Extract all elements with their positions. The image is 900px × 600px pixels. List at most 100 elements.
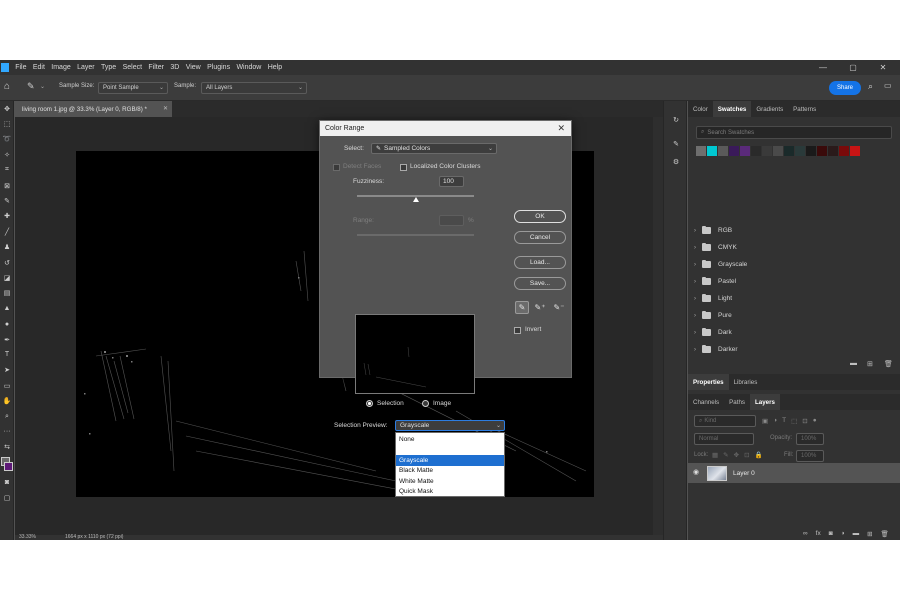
filter-toggle-icon[interactable]: ● xyxy=(813,417,817,425)
blur-tool-icon[interactable]: ▲ xyxy=(0,301,14,316)
hand-tool-icon[interactable]: ✋ xyxy=(0,393,14,408)
swap-colors-icon[interactable]: ⇆ xyxy=(0,440,14,455)
selection-radio[interactable] xyxy=(366,400,373,407)
sample-dropdown[interactable]: All Layers ⌄ xyxy=(201,82,307,94)
eraser-tool-icon[interactable]: ◪ xyxy=(0,270,14,285)
share-button[interactable]: Share xyxy=(829,81,861,95)
color-swatch[interactable] xyxy=(740,146,750,156)
zoom-tool-icon[interactable]: ⌕ xyxy=(0,409,14,424)
localized-color-clusters-checkbox[interactable] xyxy=(400,164,407,171)
tab-properties[interactable]: Properties xyxy=(688,374,729,390)
color-swatch[interactable] xyxy=(696,146,706,156)
eyedropper-add-icon[interactable]: ✎⁺ xyxy=(533,301,547,314)
adjustment-filter-icon[interactable]: ◑ xyxy=(773,417,777,425)
ok-button[interactable]: OK xyxy=(514,210,566,223)
swatch-folder-light[interactable]: › Light xyxy=(694,290,894,307)
invert-checkbox[interactable] xyxy=(514,327,521,334)
cancel-button[interactable]: Cancel xyxy=(514,231,566,244)
color-swatch[interactable] xyxy=(707,146,717,156)
layer-name[interactable]: Layer 0 xyxy=(733,470,755,477)
fuzziness-input[interactable]: 100 xyxy=(439,176,464,187)
healing-tool-icon[interactable]: ✚ xyxy=(0,209,14,224)
link-layers-icon[interactable]: ∞ xyxy=(803,530,808,538)
color-picker-swatches[interactable] xyxy=(0,455,14,475)
history-brush-tool-icon[interactable]: ↺ xyxy=(0,255,14,270)
eyedropper-subtract-icon[interactable]: ✎⁻ xyxy=(552,301,566,314)
path-selection-tool-icon[interactable]: ➤ xyxy=(0,363,14,378)
selection-preview-dropdown[interactable]: Grayscale ⌄ xyxy=(395,420,505,431)
lock-position-icon[interactable]: ✥ xyxy=(734,451,739,459)
blend-mode-dropdown[interactable]: Normal xyxy=(694,433,754,445)
menu-type[interactable]: Type xyxy=(98,64,120,71)
screen-mode-icon[interactable]: ▢ xyxy=(0,490,14,505)
lock-artboard-icon[interactable]: ⊡ xyxy=(744,451,749,459)
type-filter-icon[interactable]: T xyxy=(782,417,786,425)
stamp-tool-icon[interactable]: ♟ xyxy=(0,240,14,255)
color-swatch[interactable] xyxy=(751,146,761,156)
layer-mask-icon[interactable]: ◙ xyxy=(829,530,833,538)
option-grayscale[interactable]: Grayscale xyxy=(396,455,504,466)
color-swatch[interactable] xyxy=(850,146,860,156)
sample-size-dropdown[interactable]: Point Sample ⌄ xyxy=(98,82,168,94)
dialog-title-bar[interactable]: Color Range ✕ xyxy=(320,121,571,136)
swatch-folder-grayscale[interactable]: › Grayscale xyxy=(694,256,894,273)
adjustment-layer-icon[interactable]: ◑ xyxy=(841,530,845,538)
minimize-button[interactable]: — xyxy=(808,60,838,75)
marquee-tool-icon[interactable]: ⬚ xyxy=(0,116,14,131)
tab-layers[interactable]: Layers xyxy=(749,394,780,410)
pen-tool-icon[interactable]: ✒ xyxy=(0,332,14,347)
visibility-eye-icon[interactable]: ◉ xyxy=(693,468,699,476)
menu-select[interactable]: Select xyxy=(119,64,145,71)
swatch-folder-cmyk[interactable]: › CMYK xyxy=(694,239,894,256)
history-panel-icon[interactable]: ↻ xyxy=(664,111,688,129)
eyedropper-sample-icon[interactable]: ✎ xyxy=(515,301,529,314)
search-icon[interactable]: ⌕ xyxy=(868,81,873,92)
tab-gradients[interactable]: Gradients xyxy=(751,101,788,117)
menu-filter[interactable]: Filter xyxy=(145,64,167,71)
close-window-button[interactable]: ✕ xyxy=(868,60,898,75)
swatch-folder-rgb[interactable]: › RGB xyxy=(694,222,894,239)
dodge-tool-icon[interactable]: ● xyxy=(0,316,14,331)
menu-window[interactable]: Window xyxy=(233,64,264,71)
image-radio[interactable] xyxy=(422,400,429,407)
workspace-icon[interactable]: ▭ xyxy=(884,81,892,90)
load-button[interactable]: Load... xyxy=(514,256,566,269)
lasso-tool-icon[interactable]: ➰ xyxy=(0,132,14,147)
menu-3d[interactable]: 3D xyxy=(167,64,182,71)
option-white-matte[interactable]: White Matte xyxy=(396,476,504,487)
tab-color[interactable]: Color xyxy=(688,101,713,117)
magic-wand-tool-icon[interactable]: ✧ xyxy=(0,147,14,162)
vertical-scrollbar[interactable] xyxy=(653,117,663,535)
color-swatch[interactable] xyxy=(817,146,827,156)
tab-swatches[interactable]: Swatches xyxy=(712,101,752,117)
option-none[interactable]: None xyxy=(396,434,504,445)
home-icon[interactable]: ⌂ xyxy=(4,81,10,92)
menu-image[interactable]: Image xyxy=(48,64,74,71)
new-group-icon[interactable]: ▬ xyxy=(850,360,857,367)
swatch-folder-pastel[interactable]: › Pastel xyxy=(694,273,894,290)
swatch-folder-darker[interactable]: › Darker xyxy=(694,341,894,358)
tab-patterns[interactable]: Patterns xyxy=(788,101,821,117)
adjustments-icon[interactable]: ⚙ xyxy=(664,153,688,171)
select-dropdown[interactable]: ✎ Sampled Colors ⌄ xyxy=(371,143,497,154)
option-quick-mask[interactable]: Quick Mask xyxy=(396,487,504,498)
swatch-folder-dark[interactable]: › Dark xyxy=(694,324,894,341)
menu-plugins[interactable]: Plugins xyxy=(204,64,233,71)
color-swatch[interactable] xyxy=(718,146,728,156)
close-tab-icon[interactable]: ✕ xyxy=(163,105,168,112)
color-swatch[interactable] xyxy=(839,146,849,156)
dialog-close-icon[interactable]: ✕ xyxy=(557,123,565,134)
layer-kind-filter[interactable]: ⌕ Kind xyxy=(694,415,756,427)
color-swatch[interactable] xyxy=(806,146,816,156)
crop-tool-icon[interactable]: ⌗ xyxy=(0,163,14,178)
brush-settings-icon[interactable]: ✎ xyxy=(664,135,688,153)
tool-preset-chevron-icon[interactable]: ⌄ xyxy=(40,83,45,90)
lock-transparent-icon[interactable]: ▦ xyxy=(712,451,718,459)
type-tool-icon[interactable]: T xyxy=(0,347,14,362)
tab-libraries[interactable]: Libraries xyxy=(729,374,763,390)
color-swatch[interactable] xyxy=(784,146,794,156)
document-tab[interactable]: living room 1.jpg @ 33.3% (Layer 0, RGB/… xyxy=(15,101,172,117)
selection-preview-thumbnail[interactable] xyxy=(355,314,475,394)
color-swatch[interactable] xyxy=(729,146,739,156)
rectangle-tool-icon[interactable]: ▭ xyxy=(0,378,14,393)
